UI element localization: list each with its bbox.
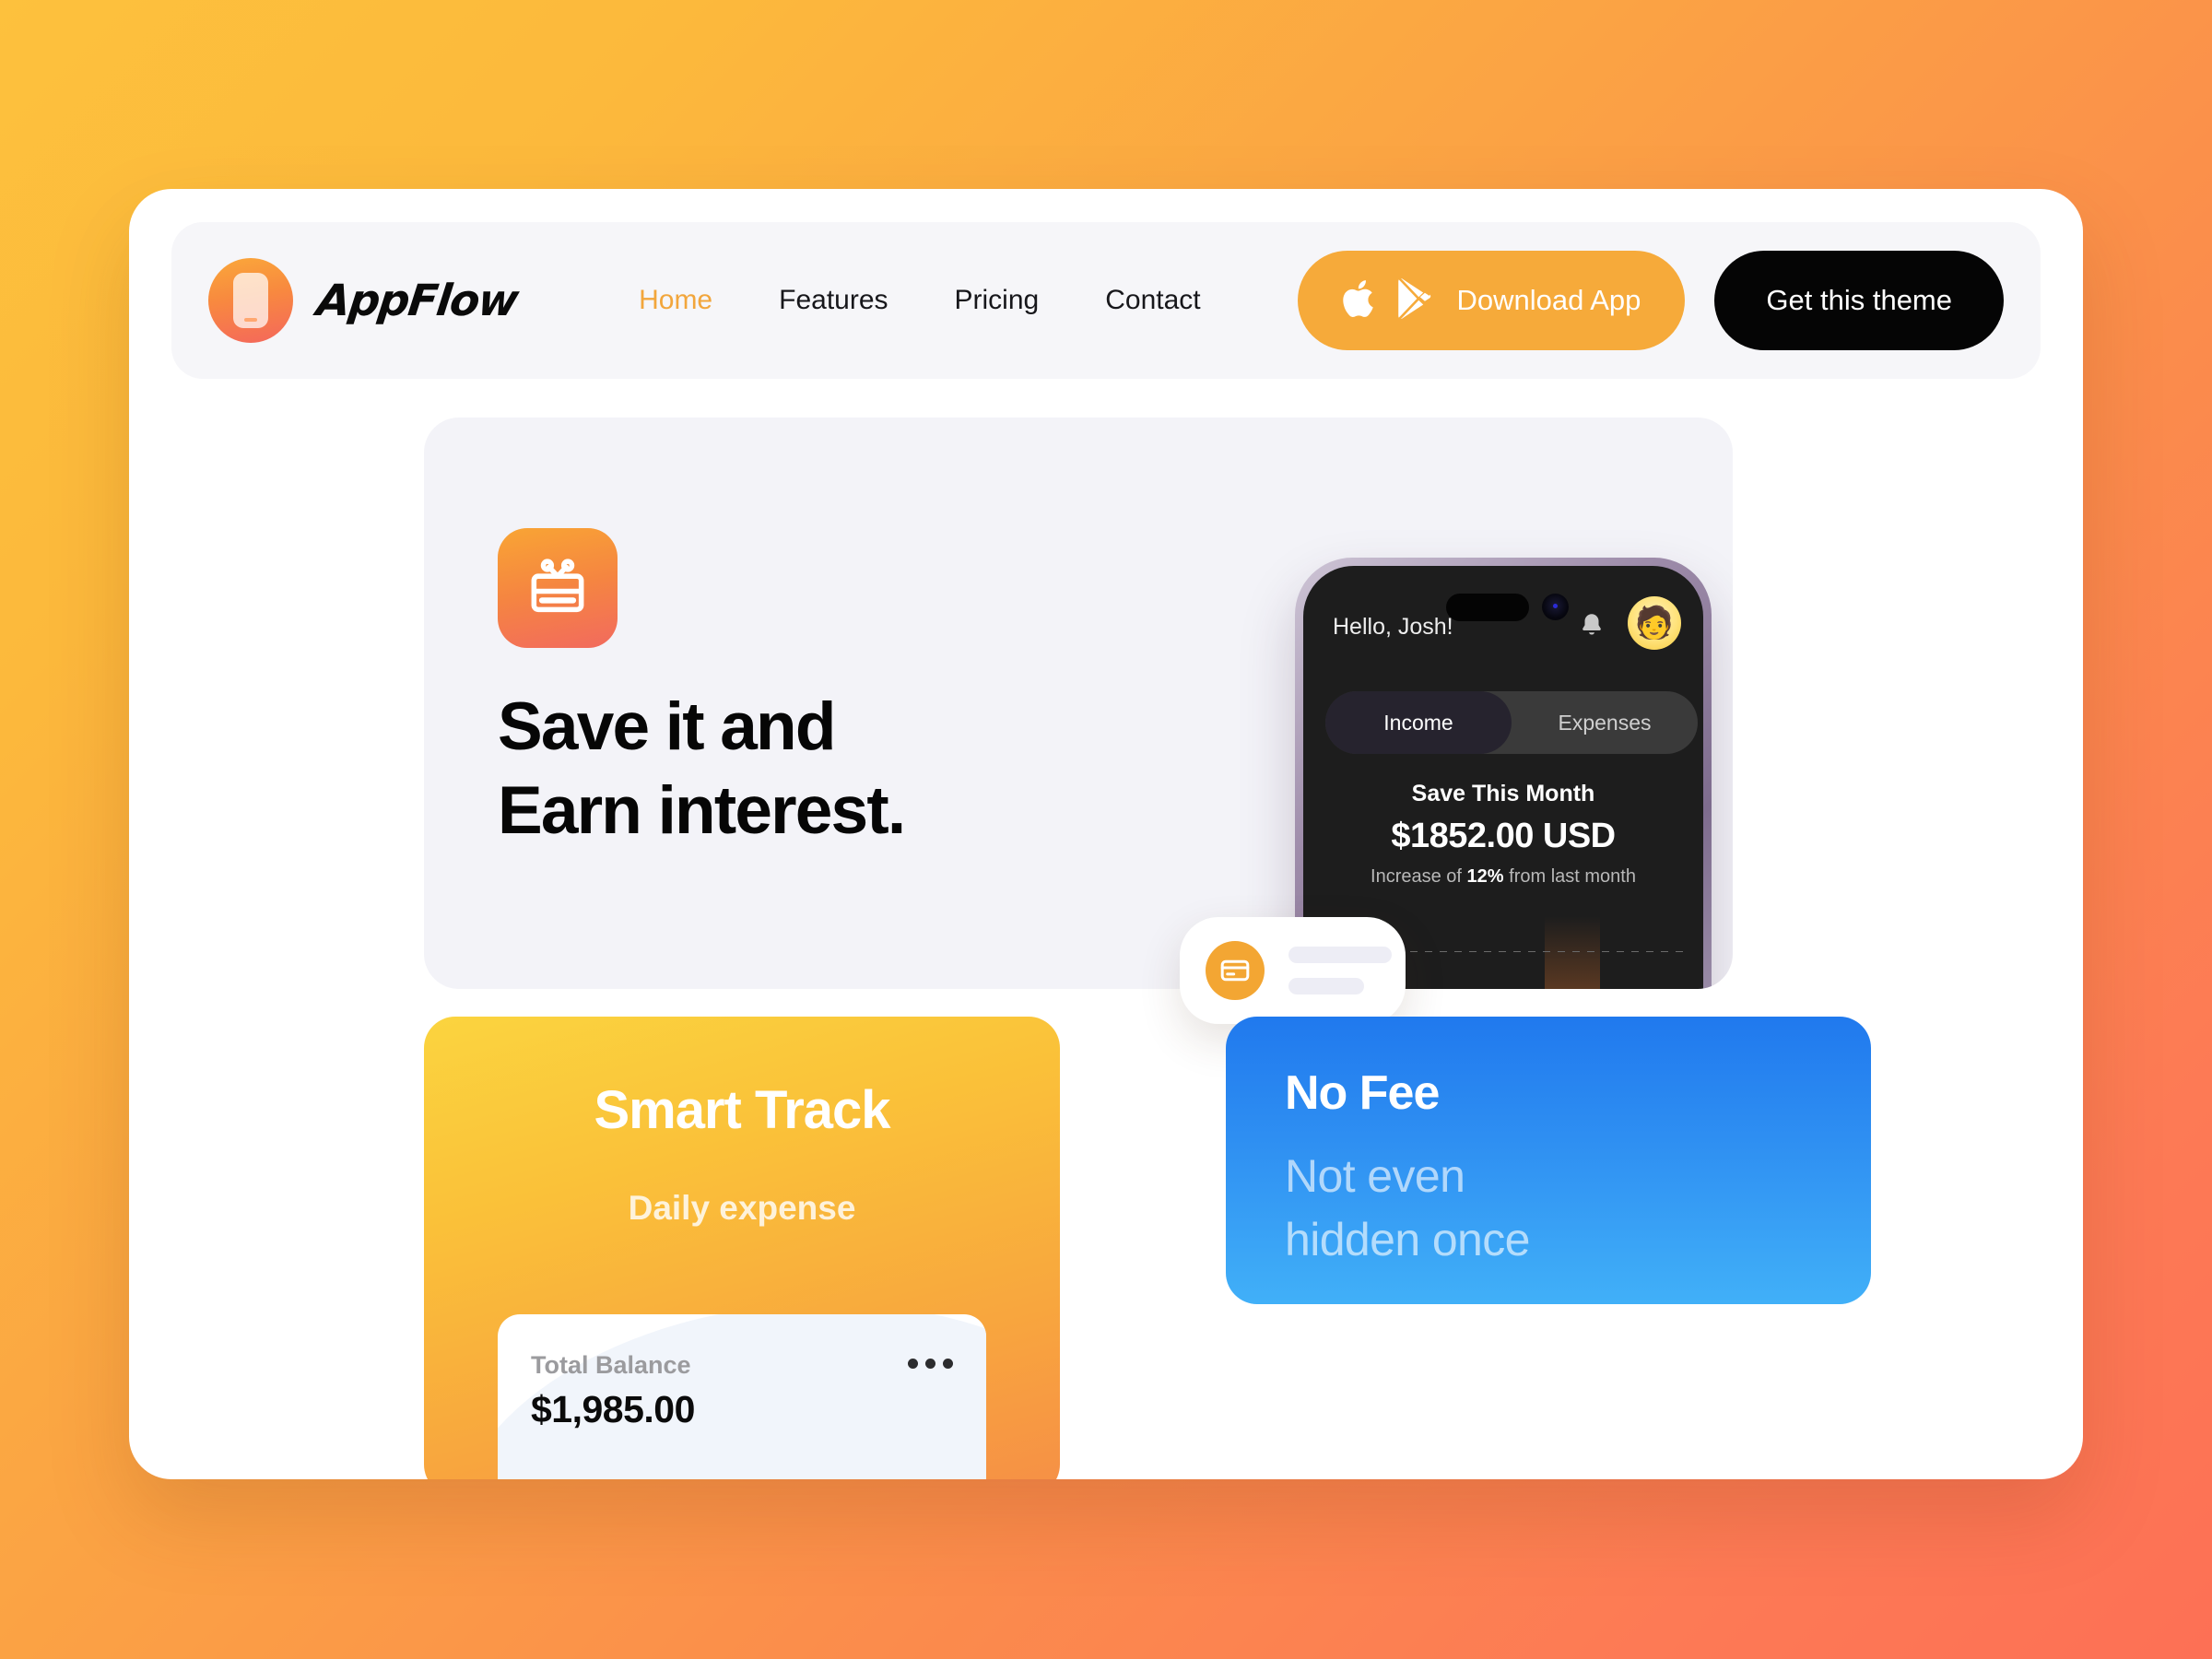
placeholder-bar xyxy=(1288,978,1364,994)
smart-track-subtitle: Daily expense xyxy=(628,1189,856,1227)
payment-placeholder-bars xyxy=(1288,947,1392,994)
hero-title-line1: Save it and xyxy=(498,689,836,764)
nav-link-pricing[interactable]: Pricing xyxy=(955,285,1040,316)
download-app-label: Download App xyxy=(1456,284,1641,316)
get-theme-label: Get this theme xyxy=(1766,284,1952,316)
gift-voucher-icon xyxy=(498,528,618,648)
nav-actions: Download App Get this theme xyxy=(1298,251,2004,350)
browser-window: AppFlow Home Features Pricing Contact Do… xyxy=(129,189,2083,1479)
front-camera-icon xyxy=(1542,594,1569,620)
nav-links: Home Features Pricing Contact xyxy=(639,285,1201,316)
smart-track-card[interactable]: Smart Track Daily expense Total Balance … xyxy=(424,1017,1060,1479)
total-balance-card: Total Balance $1,985.00 xyxy=(498,1314,986,1479)
total-balance-label: Total Balance xyxy=(531,1351,691,1379)
placeholder-bar xyxy=(1288,947,1392,963)
no-fee-subtitle-line2: hidden once xyxy=(1285,1213,1530,1265)
save-amount-value: $1852.00 USD xyxy=(1391,817,1616,855)
tab-income[interactable]: Income xyxy=(1325,691,1512,754)
brand-name: AppFlow xyxy=(313,275,521,326)
total-balance-value: $1,985.00 xyxy=(531,1388,695,1430)
hero-title-line2: Earn interest. xyxy=(498,773,906,849)
more-dots-icon[interactable] xyxy=(908,1359,953,1369)
no-fee-title: No Fee xyxy=(1285,1066,1440,1120)
apple-icon xyxy=(1342,276,1379,325)
get-theme-button[interactable]: Get this theme xyxy=(1714,251,2004,350)
brand[interactable]: AppFlow xyxy=(208,258,520,343)
hero-panel: Save it and Earn interest. Hello, Josh! … xyxy=(424,418,1733,989)
no-fee-card[interactable]: No Fee Not even hidden once xyxy=(1226,1017,1871,1304)
payment-float-card xyxy=(1180,917,1406,1024)
income-expenses-tabs: Income Expenses xyxy=(1325,691,1698,754)
bell-icon[interactable] xyxy=(1578,610,1606,644)
save-increase-text: Increase of 12% from last month xyxy=(1303,866,1703,888)
save-this-month-label: Save This Month xyxy=(1411,781,1595,806)
phone-logo-icon xyxy=(208,258,293,343)
nav-link-home[interactable]: Home xyxy=(639,285,712,316)
nav-link-contact[interactable]: Contact xyxy=(1105,285,1200,316)
save-sub-value: 12% xyxy=(1466,866,1504,887)
smart-track-title: Smart Track xyxy=(594,1080,890,1140)
dynamic-island xyxy=(1446,594,1529,621)
navbar: AppFlow Home Features Pricing Contact Do… xyxy=(171,222,2041,379)
save-sub-prefix: Increase of xyxy=(1371,866,1467,887)
download-app-button[interactable]: Download App xyxy=(1298,251,1686,350)
google-play-icon xyxy=(1394,277,1432,324)
phone-greeting: Hello, Josh! xyxy=(1333,614,1453,640)
avatar[interactable]: 🧑 xyxy=(1628,596,1681,650)
credit-card-icon xyxy=(1206,941,1265,1000)
tab-expenses[interactable]: Expenses xyxy=(1512,691,1698,754)
nav-link-features[interactable]: Features xyxy=(779,285,888,316)
no-fee-subtitle: Not even hidden once xyxy=(1285,1145,1812,1272)
no-fee-subtitle-line1: Not even xyxy=(1285,1149,1465,1202)
save-sub-suffix: from last month xyxy=(1503,866,1636,887)
hero-title: Save it and Earn interest. xyxy=(498,685,906,853)
